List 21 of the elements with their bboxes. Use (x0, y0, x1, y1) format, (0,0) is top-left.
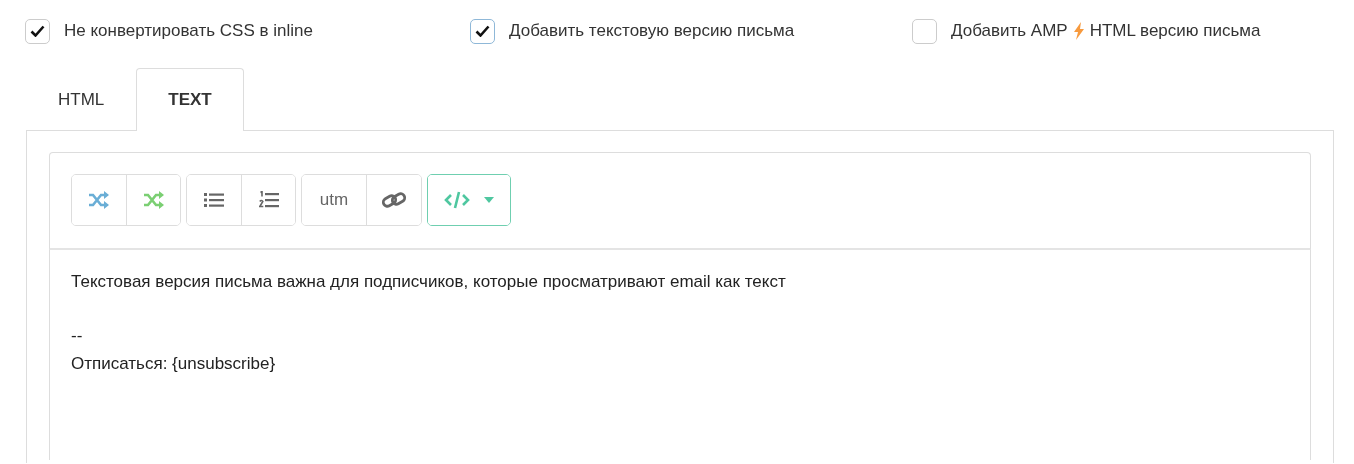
checkbox[interactable] (470, 18, 495, 44)
numbered-list-icon (258, 191, 279, 209)
bullet-list-icon (204, 192, 224, 208)
text-editor[interactable]: Текстовая версия письма важна для подписчиков, которые просматривают email как текст -- Отписаться: {unsubscribe} (49, 250, 1311, 460)
link-icon (381, 190, 407, 210)
check-icon (30, 25, 45, 37)
checkbox-label: HTML версию письма (1089, 20, 1261, 43)
checkbox-label: Добавить AMP (951, 20, 1068, 43)
tab-panel[interactable]: utm Текстовая версия письма важна для подписчиков, которые просматривают email как текст -- Отписаться: {unsubscribe} (26, 130, 1334, 463)
code-icon (444, 191, 470, 209)
checkbox-label: Добавить текстовую версию письма (509, 20, 795, 43)
toolbar-button[interactable] (241, 175, 295, 225)
caret-icon (484, 197, 494, 203)
checkbox[interactable] (25, 18, 50, 44)
checkbox[interactable] (912, 18, 937, 44)
check-icon (475, 25, 490, 37)
tab[interactable]: TEXT (136, 68, 244, 131)
lightning-icon (1073, 22, 1084, 40)
toolbar-button[interactable] (366, 175, 421, 225)
checkbox-label: Не конвертировать CSS в inline (64, 20, 313, 43)
tab[interactable]: HTML (26, 68, 137, 131)
